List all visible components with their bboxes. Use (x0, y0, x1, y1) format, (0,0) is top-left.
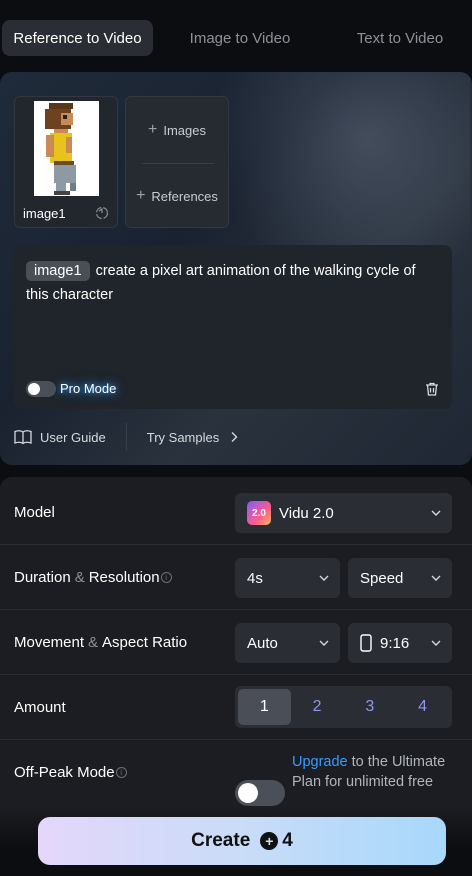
credit-plus-icon: + (260, 832, 279, 850)
tab-image-to-video[interactable]: Image to Video (166, 20, 314, 56)
resolution-select[interactable]: Speed (348, 558, 452, 598)
plus-icon: + (148, 121, 158, 138)
divider (125, 423, 127, 451)
add-references-button[interactable]: + References (126, 187, 228, 205)
duration-value: 4s (247, 569, 263, 587)
resolution-label: Resolution (88, 569, 160, 586)
model-row: Model 2.0 Vidu 2.0 (0, 480, 472, 545)
model-label: Model (14, 504, 55, 521)
add-images-button[interactable]: + Images (126, 121, 228, 139)
ampersand: & (88, 634, 99, 651)
book-icon (14, 430, 32, 445)
trash-icon[interactable] (424, 381, 440, 397)
try-samples-link[interactable]: Try Samples (147, 430, 219, 445)
reference-image-thumbnail (34, 101, 99, 196)
upgrade-note: Upgrade to the Ultimate Plan for unlimit… (292, 752, 452, 792)
reference-image-label: image1 (23, 205, 66, 221)
duration-row: Duration & Resolution i 4s Speed (0, 545, 472, 610)
chevron-down-icon (431, 640, 441, 646)
info-icon[interactable]: i (160, 572, 172, 583)
prompt-panel: image1 + Images + References image1 creat… (0, 72, 472, 465)
upgrade-link[interactable]: Upgrade (292, 754, 348, 770)
movement-label: Movement (14, 634, 85, 651)
image-reference-chip[interactable]: image1 (26, 261, 90, 281)
pro-mode-toggle[interactable] (26, 381, 56, 397)
chevron-down-icon (431, 575, 441, 581)
amount-label: Amount (14, 699, 66, 716)
movement-select[interactable]: Auto (235, 623, 340, 663)
movement-row: Movement & Aspect Ratio Auto 9:16 (0, 610, 472, 675)
amount-option-3[interactable]: 3 (344, 689, 397, 725)
aspect-ratio-value: 9:16 (380, 634, 410, 652)
offpeak-label: Off-Peak Mode i (14, 740, 127, 805)
model-value: Vidu 2.0 (279, 504, 334, 522)
plus-icon: + (136, 187, 146, 204)
replace-icon[interactable] (95, 206, 109, 220)
amount-option-2[interactable]: 2 (291, 689, 344, 725)
resolution-value: Speed (360, 569, 404, 587)
divider (142, 163, 214, 164)
reference-image-footer: image1 (15, 199, 117, 227)
movement-aspect-label: Movement & Aspect Ratio (14, 610, 187, 675)
create-label: Create (191, 830, 251, 851)
duration-resolution-label: Duration & Resolution i (14, 545, 172, 610)
chevron-down-icon (319, 640, 329, 646)
info-icon[interactable]: i (115, 767, 127, 778)
prompt-input[interactable]: image1 create a pixel art animation of th… (26, 259, 436, 307)
movement-value: Auto (247, 634, 278, 652)
amount-selector: 1 2 3 4 (235, 686, 452, 728)
offpeak-toggle[interactable] (235, 780, 285, 806)
add-references-label: References (151, 188, 218, 204)
reference-image-card[interactable]: image1 (14, 96, 118, 228)
pro-mode-label: Pro Mode (60, 381, 117, 396)
chevron-down-icon (431, 510, 441, 516)
portrait-ratio-icon (360, 634, 372, 652)
tab-text-to-video[interactable]: Text to Video (330, 20, 470, 56)
aspect-ratio-select[interactable]: 9:16 (348, 623, 452, 663)
tab-reference-to-video[interactable]: Reference to Video (2, 20, 153, 56)
chevron-right-icon (231, 432, 238, 442)
user-guide-link[interactable]: User Guide (40, 430, 106, 445)
create-button[interactable]: Create + 4 (38, 817, 446, 865)
add-reference-box: + Images + References (125, 96, 229, 228)
pixel-character-image (45, 103, 76, 195)
prompt-box[interactable]: image1 create a pixel art animation of th… (14, 245, 452, 409)
aspect-ratio-label: Aspect Ratio (102, 634, 188, 651)
amount-option-1[interactable]: 1 (238, 689, 291, 725)
vidu-logo-icon: 2.0 (247, 501, 271, 525)
ampersand: & (74, 569, 85, 586)
duration-label: Duration (14, 569, 71, 586)
offpeak-label-text: Off-Peak Mode (14, 764, 115, 781)
help-links: User Guide Try Samples (14, 422, 239, 452)
create-credits: 4 (282, 830, 293, 851)
model-select[interactable]: 2.0 Vidu 2.0 (235, 493, 452, 533)
mode-tabs: Reference to Video Image to Video Text t… (0, 12, 472, 64)
amount-option-4[interactable]: 4 (396, 689, 449, 725)
add-images-label: Images (163, 122, 206, 138)
duration-select[interactable]: 4s (235, 558, 340, 598)
chevron-down-icon (319, 575, 329, 581)
